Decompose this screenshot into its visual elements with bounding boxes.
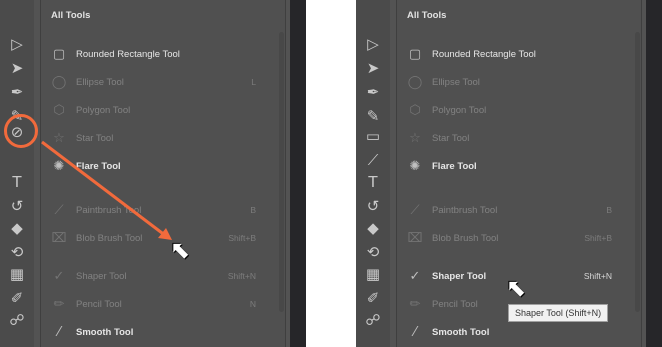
tool-label: Blob Brush Tool [432,233,499,244]
gradient-icon[interactable]: ▦ [363,264,383,284]
pencil-icon: ✏ [409,297,421,312]
drag-arrow [41,140,172,240]
tool-label: Pencil Tool [432,299,478,310]
tool-label: Polygon Tool [432,105,487,116]
rotate-icon[interactable]: ↺ [363,196,383,216]
tool-label: Smooth Tool [432,327,490,338]
tool-shortcut: B [606,205,612,215]
drag-arrow-line [41,140,167,238]
tool-label: Ellipse Tool [432,77,480,88]
flyout-scrollbar[interactable] [635,32,640,312]
tool-label: Rounded Rectangle Tool [432,49,536,60]
flyout-title: All Tools [407,10,447,21]
blob-brush-icon: ⌧ [407,231,423,246]
polygon-icon: ⬡ [409,103,421,118]
paintbrush-toolbar-icon[interactable]: ⟋ [363,150,383,170]
ellipse-icon: ◯ [407,75,423,90]
tool-shortcut: Shift+B [584,233,612,243]
eraser-icon[interactable]: ◆ [363,218,383,238]
lasso-icon[interactable]: ⟲ [363,242,383,262]
tools-panel-left: ▷ ➤ ✒ ✎ ⊘ T ↺ ◆ ⟲ ▦ ✐ ☍ All Tools ▢ Roun… [0,0,306,347]
tool-label: Paintbrush Tool [432,205,498,216]
paintbrush-icon: ⟋ [410,203,420,218]
curvature-icon[interactable]: ✎ [363,106,383,126]
tool-shortcut: Shift+N [583,271,612,281]
star-icon: ☆ [409,131,421,146]
direct-selection-icon[interactable]: ➤ [363,58,383,78]
tool-row-smooth[interactable]: ⁄ Smooth Tool [396,322,632,344]
eyedropper-icon[interactable]: ✐ [363,288,383,308]
tool-label: Star Tool [432,133,470,144]
rectangle-icon[interactable]: ▭ [363,126,383,146]
toolbar-strip: ▷ ➤ ✒ ✎ ▭ ⟋ T ↺ ◆ ⟲ ▦ ✐ ☍ [356,0,390,347]
smooth-icon: ⁄ [413,325,417,340]
drag-cursor-icon: ⬉ [170,236,191,264]
tool-row-polygon[interactable]: ⬡ Polygon Tool [396,100,632,122]
flare-icon: ✺ [409,159,421,174]
tool-row-rounded-rectangle[interactable]: ▢ Rounded Rectangle Tool [396,44,632,66]
shaper-tooltip: Shaper Tool (Shift+N) [508,304,609,322]
tool-row-star[interactable]: ☆ Star Tool [396,128,632,150]
tool-row-flare[interactable]: ✺ Flare Tool [396,156,632,178]
type-icon[interactable]: T [363,172,383,192]
pen-icon[interactable]: ✒ [363,82,383,102]
tool-label: Shaper Tool [432,271,487,282]
tool-row-paintbrush[interactable]: ⟋ Paintbrush Tool B [396,200,632,222]
tools-panel-right: ▷ ➤ ✒ ✎ ▭ ⟋ T ↺ ◆ ⟲ ▦ ✐ ☍ All Tools ▢ Ro… [356,0,662,347]
blend-icon[interactable]: ☍ [363,310,383,330]
shaper-icon: ✓ [409,269,421,284]
pointer-cursor-icon: ⬉ [506,274,527,302]
selection-arrow-icon[interactable]: ▷ [363,34,383,54]
canvas-edge [646,0,662,347]
tool-row-ellipse[interactable]: ◯ Ellipse Tool [396,72,632,94]
tool-label: Flare Tool [432,161,477,172]
rounded-rect-icon: ▢ [408,47,422,62]
tool-row-blob-brush[interactable]: ⌧ Blob Brush Tool Shift+B [396,228,632,250]
